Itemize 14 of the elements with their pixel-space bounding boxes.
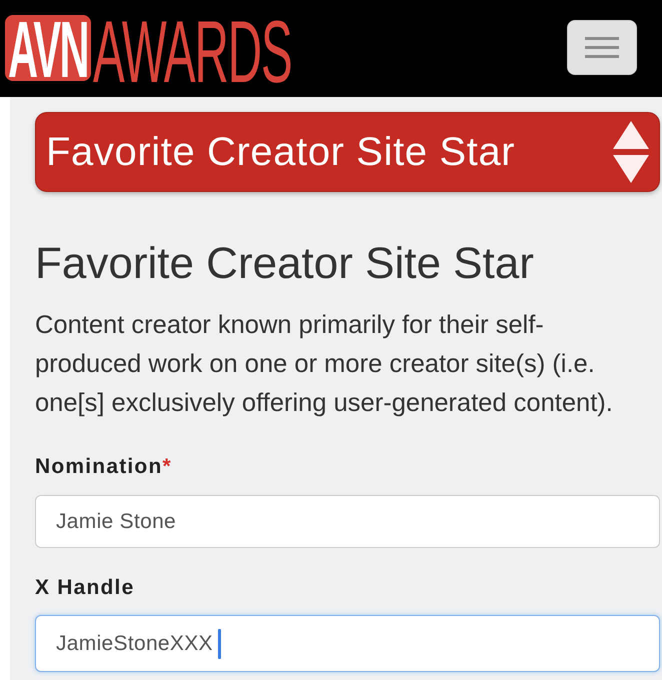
required-asterisk: * [162, 454, 171, 480]
up-down-arrows-icon [613, 121, 649, 183]
category-description: Content creator known primarily for their self-produced work on one or more creator site(s) (i.e. one[s] exclusively offering user-generated content). [35, 310, 614, 419]
category-title: Favorite Creator Site Star [35, 238, 535, 290]
category-select[interactable]: Favorite Creator Site Star [35, 112, 660, 192]
menu-icon [585, 36, 619, 58]
text-field[interactable]: JamieStoneXXX [35, 615, 660, 672]
logo-wordmark[interactable]: AWARDS [93, 19, 292, 85]
logo-badge[interactable]: AVN [5, 15, 91, 81]
text-field[interactable]: Jamie Stone [35, 495, 660, 548]
field-label: X Handle [35, 575, 134, 601]
field-label: Nomination [35, 454, 162, 480]
text-cursor-icon [218, 628, 221, 658]
menu-button[interactable] [567, 20, 637, 74]
